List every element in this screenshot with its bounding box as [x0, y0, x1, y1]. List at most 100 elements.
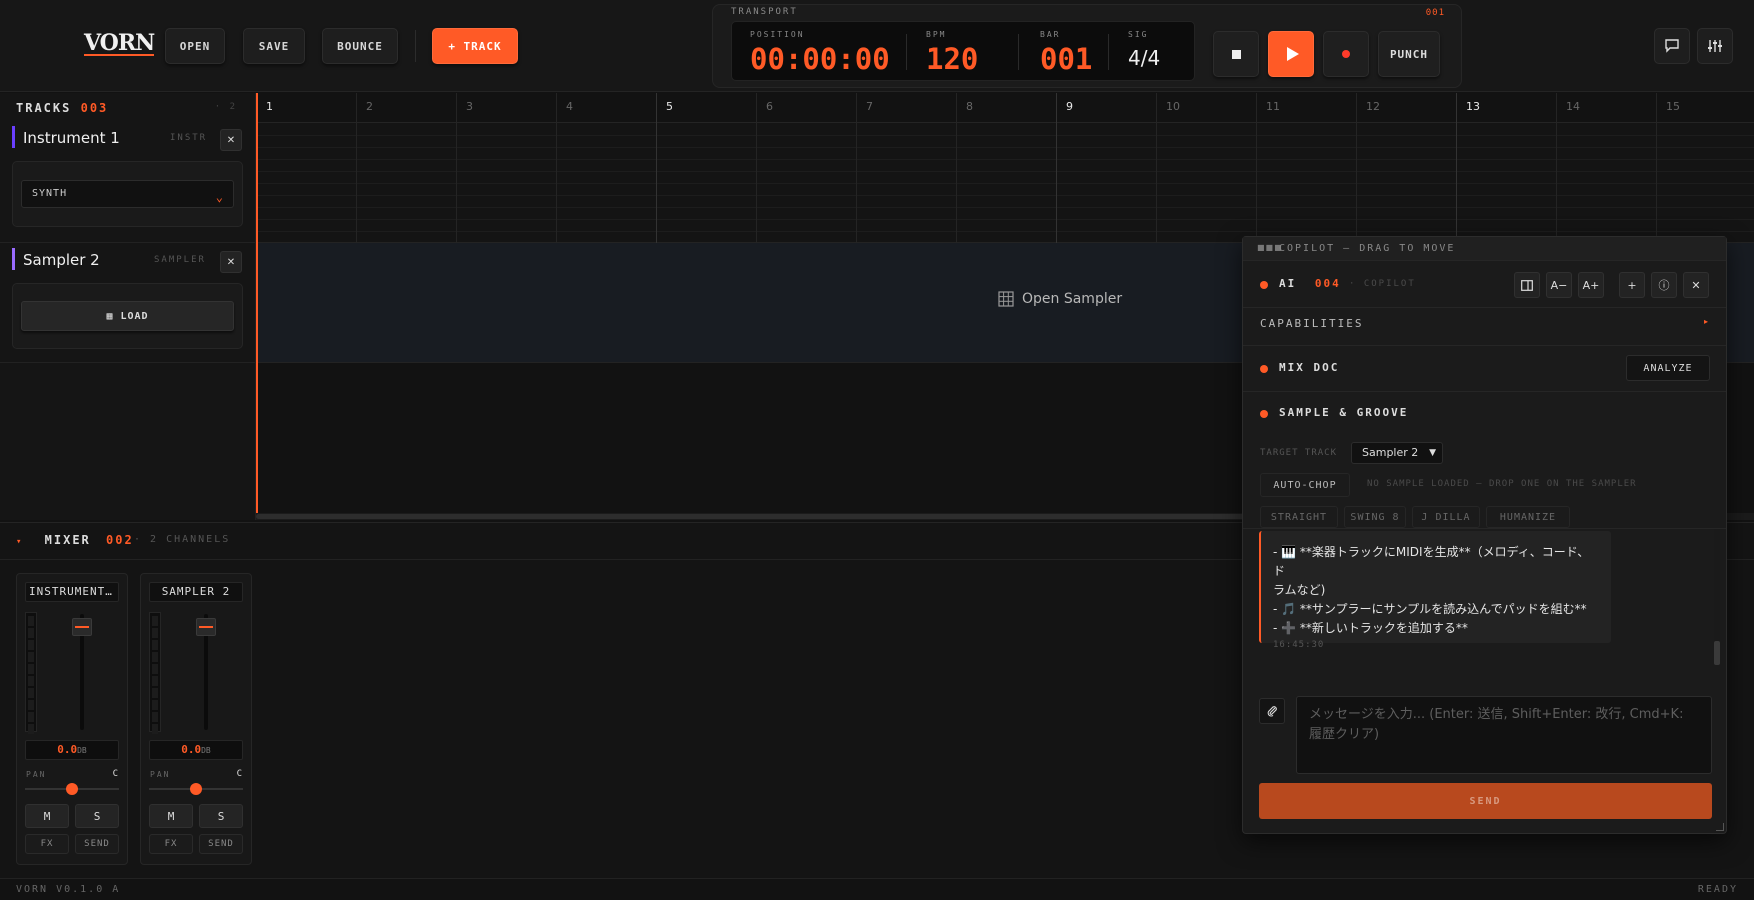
bar-gridline: [956, 93, 957, 243]
attach-button[interactable]: [1259, 698, 1285, 724]
bpm-readout[interactable]: BPM 120: [926, 22, 996, 82]
bar-number[interactable]: 6: [766, 100, 773, 113]
bar-number[interactable]: 12: [1366, 100, 1380, 113]
copilot-drag-handle[interactable]: ■■■ COPILOT — DRAG TO MOVE: [1243, 237, 1726, 261]
add-track-button[interactable]: + TRACK: [432, 28, 518, 64]
message-line: ラムなど): [1273, 583, 1326, 597]
bar-number[interactable]: 15: [1666, 100, 1680, 113]
send-fx-button[interactable]: SEND: [75, 834, 119, 854]
open-sampler-link[interactable]: Open Sampler: [998, 291, 1122, 307]
volume-fader-handle[interactable]: [196, 618, 216, 636]
instrument-select[interactable]: SYNTH ⌄: [21, 180, 234, 208]
target-track-select[interactable]: Sampler 2 ▼: [1351, 442, 1443, 464]
send-button[interactable]: SEND: [1259, 783, 1712, 819]
bar-number[interactable]: 13: [1466, 100, 1480, 113]
open-button[interactable]: OPEN: [165, 28, 225, 64]
track-name[interactable]: Sampler 2: [23, 251, 100, 269]
bar-number[interactable]: 4: [566, 100, 573, 113]
chat-history[interactable]: - 🎹 **楽器トラックにMIDIを生成**（メロディ、コード、ド ラムなど) …: [1243, 529, 1726, 651]
remove-track-button[interactable]: ✕: [220, 129, 242, 151]
groove-jdilla-button[interactable]: J DILLA: [1412, 506, 1480, 528]
track-row[interactable]: Sampler 2 SAMPLER ✕ ▦ LOAD: [0, 243, 256, 363]
bar-number[interactable]: 11: [1266, 100, 1280, 113]
chat-scrollbar[interactable]: [1714, 529, 1720, 665]
instrument-lane[interactable]: [256, 123, 1754, 243]
meter-segment: [152, 724, 158, 734]
copilot-panel: ■■■ COPILOT — DRAG TO MOVE AI 004 · COPI…: [1242, 236, 1727, 834]
mixer-settings-button[interactable]: [1697, 28, 1733, 64]
info-button[interactable]: ⓘ: [1651, 272, 1677, 298]
volume-fader-handle[interactable]: [72, 618, 92, 636]
track-type: INSTR: [170, 133, 208, 143]
close-copilot-button[interactable]: ✕: [1683, 272, 1709, 298]
auto-chop-button[interactable]: AUTO-CHOP: [1260, 473, 1350, 497]
collapse-icon[interactable]: ▾: [16, 537, 23, 547]
load-sample-button[interactable]: ▦ LOAD: [21, 301, 234, 331]
target-track-value: Sampler 2: [1362, 446, 1419, 459]
bpm-value[interactable]: 120: [926, 42, 978, 76]
playhead[interactable]: [256, 93, 258, 513]
bar-ruler[interactable]: 1 2 3 4 5 6 7 8 9 10 11 12 13 14 15: [256, 93, 1754, 123]
bar-number[interactable]: 2: [366, 100, 373, 113]
track-name[interactable]: Instrument 1: [23, 129, 120, 147]
expand-arrow-icon[interactable]: ▸: [1704, 317, 1708, 326]
solo-button[interactable]: S: [75, 804, 119, 828]
groove-humanize-button[interactable]: HUMANIZE: [1486, 506, 1570, 528]
record-button[interactable]: [1323, 31, 1369, 77]
copilot-drag-label: COPILOT — DRAG TO MOVE: [1279, 243, 1456, 254]
save-button[interactable]: SAVE: [243, 28, 305, 64]
volume-readout[interactable]: 0.0DB: [149, 740, 243, 760]
groove-straight-button[interactable]: STRAIGHT: [1260, 506, 1338, 528]
pan-slider-handle[interactable]: [190, 783, 202, 795]
volume-value: 0.0: [181, 743, 202, 756]
remove-track-button[interactable]: ✕: [220, 251, 242, 273]
new-chat-button[interactable]: +: [1619, 272, 1645, 298]
close-icon: ✕: [226, 256, 236, 268]
stop-button[interactable]: [1213, 31, 1259, 77]
mute-button[interactable]: M: [149, 804, 193, 828]
mix-doc-label: MIX DOC: [1279, 361, 1340, 374]
resize-handle[interactable]: [1716, 823, 1724, 831]
signature-readout[interactable]: SIG 4/4: [1128, 22, 1188, 82]
bar-number[interactable]: 8: [966, 100, 973, 113]
send-fx-button[interactable]: SEND: [199, 834, 243, 854]
channel-name[interactable]: SAMPLER 2: [149, 582, 243, 602]
fx-button[interactable]: FX: [149, 834, 193, 854]
volume-readout[interactable]: 0.0DB: [25, 740, 119, 760]
close-icon: ✕: [1691, 278, 1701, 292]
mute-button[interactable]: M: [25, 804, 69, 828]
track-row[interactable]: Instrument 1 INSTR ✕ SYNTH ⌄: [0, 121, 256, 243]
analyze-button[interactable]: ANALYZE: [1626, 355, 1710, 381]
chat-toggle-button[interactable]: [1654, 28, 1690, 64]
scrollbar-thumb[interactable]: [1714, 641, 1720, 665]
bar-number[interactable]: 1: [266, 100, 273, 113]
track-instrument-box: SYNTH ⌄: [12, 161, 243, 227]
dock-toggle-button[interactable]: [1514, 272, 1540, 298]
pan-slider-handle[interactable]: [66, 783, 78, 795]
tracks-title-label: TRACKS: [16, 101, 72, 115]
mixer-count: 002: [106, 533, 134, 547]
bar-number[interactable]: 5: [666, 100, 673, 113]
tracks-count: 003: [80, 101, 109, 115]
solo-button[interactable]: S: [199, 804, 243, 828]
groove-swing-button[interactable]: SWING 8: [1344, 506, 1406, 528]
sig-value[interactable]: 4/4: [1128, 46, 1160, 70]
capabilities-row[interactable]: CAPABILITIES ▸: [1243, 308, 1726, 346]
font-increase-button[interactable]: A+: [1578, 272, 1604, 298]
punch-button[interactable]: PUNCH: [1378, 31, 1440, 77]
target-track-label: TARGET TRACK: [1260, 448, 1338, 458]
bar-number[interactable]: 14: [1566, 100, 1580, 113]
fx-button[interactable]: FX: [25, 834, 69, 854]
bar-number[interactable]: 10: [1166, 100, 1180, 113]
font-decrease-button[interactable]: A−: [1546, 272, 1572, 298]
channel-name[interactable]: INSTRUMENT 1: [25, 582, 119, 602]
mixer-title[interactable]: ▾ MIXER 002: [16, 533, 134, 547]
sliders-icon: [1708, 40, 1722, 52]
play-button[interactable]: [1268, 31, 1314, 77]
bar-number[interactable]: 9: [1066, 100, 1073, 113]
bar-number[interactable]: 7: [866, 100, 873, 113]
position-label: POSITION: [750, 30, 805, 39]
bounce-button[interactable]: BOUNCE: [322, 28, 398, 64]
bar-number[interactable]: 3: [466, 100, 473, 113]
message-input[interactable]: メッセージを入力... (Enter: 送信, Shift+Enter: 改行,…: [1296, 696, 1712, 774]
